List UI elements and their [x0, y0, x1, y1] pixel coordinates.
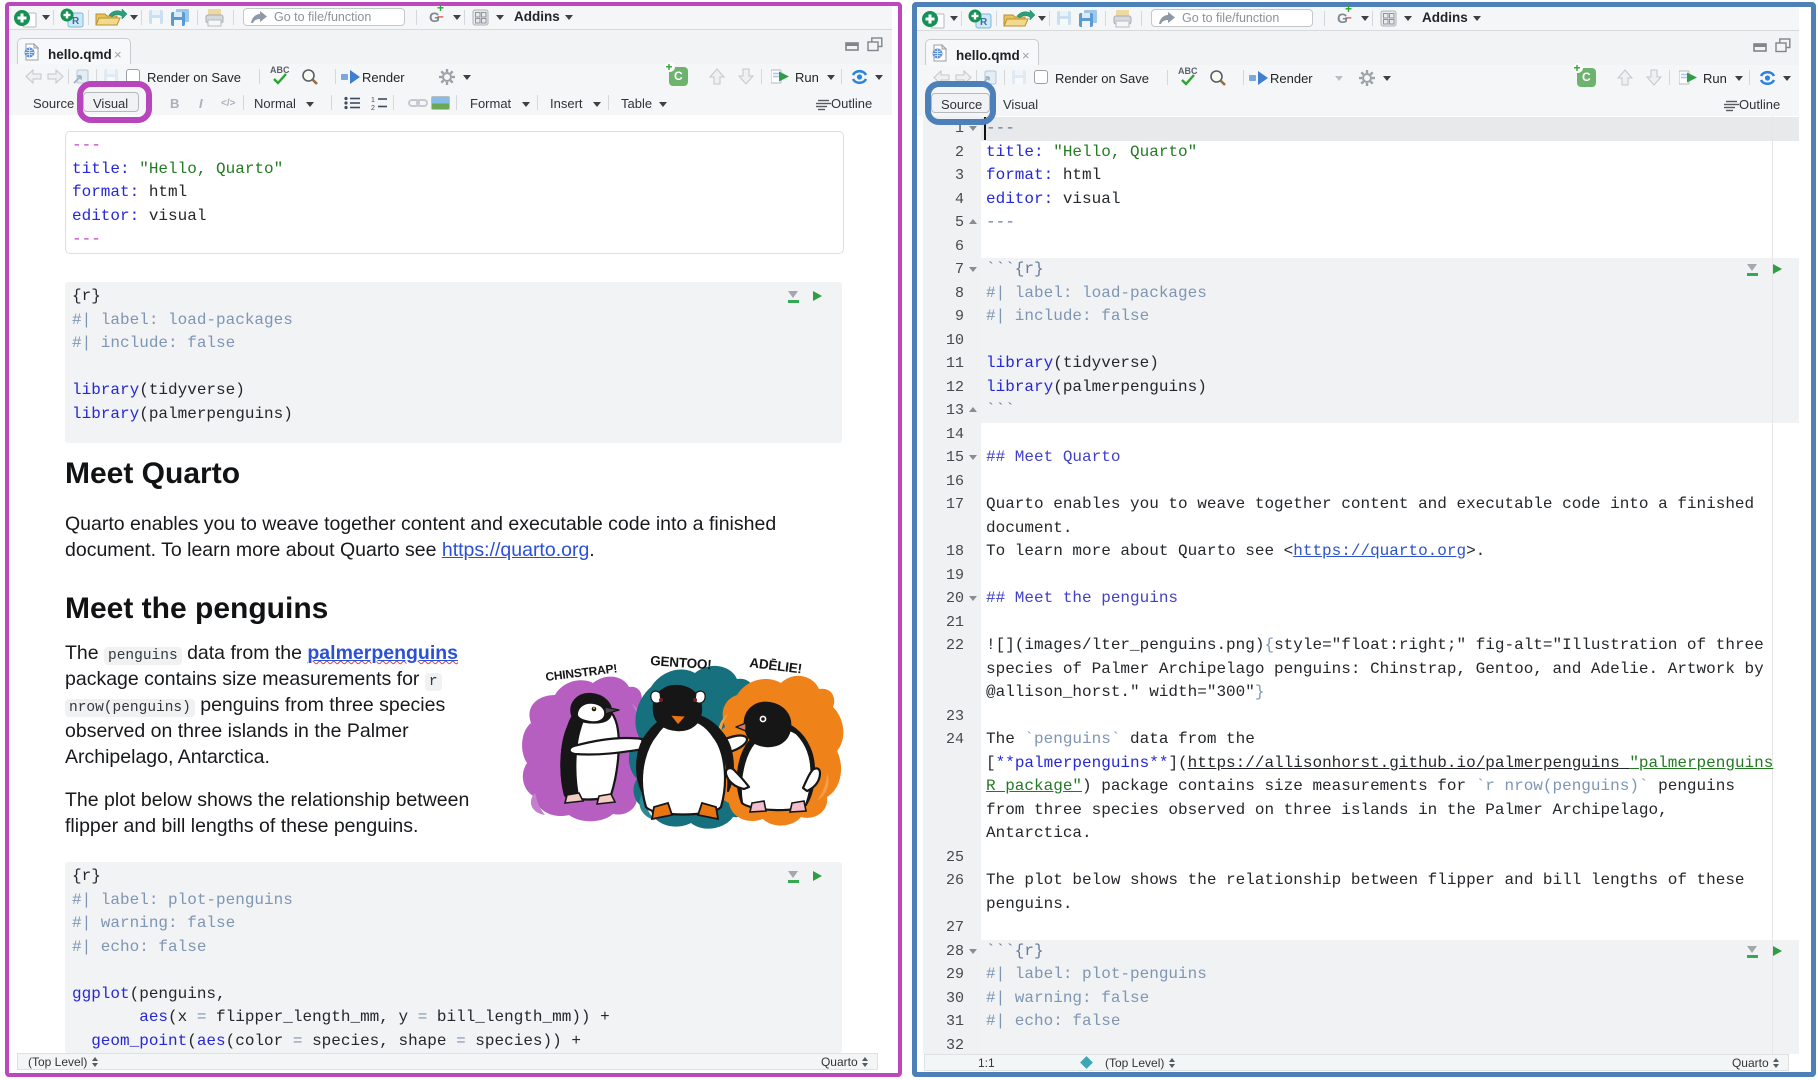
- svg-text:1: 1: [371, 97, 375, 104]
- svg-text:R: R: [72, 16, 80, 27]
- svg-text:GENTOO!: GENTOO!: [650, 653, 712, 672]
- svg-text:R: R: [980, 17, 988, 28]
- svg-text:2: 2: [371, 105, 375, 110]
- svg-text:ADĒLIE!: ADĒLIE!: [749, 655, 803, 676]
